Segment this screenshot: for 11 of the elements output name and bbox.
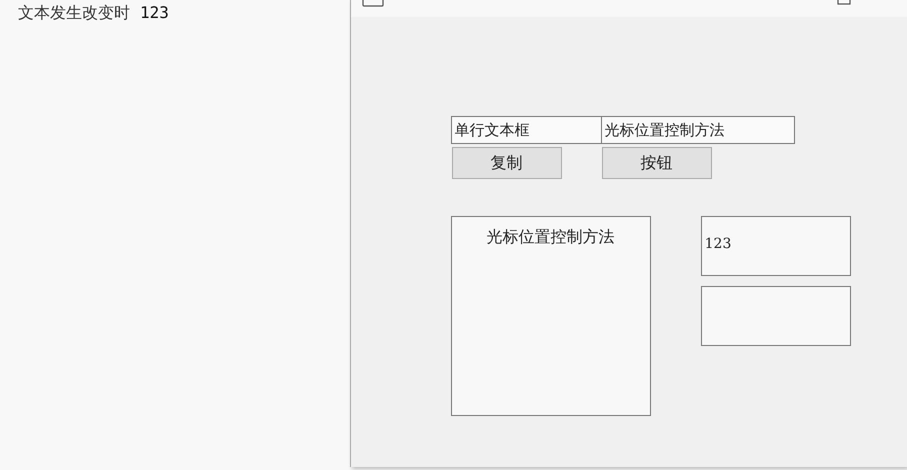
push-button[interactable]: 复制 <box>452 147 562 179</box>
text-area[interactable]: 光标位置控制方法 <box>450 216 651 416</box>
window-icon <box>362 0 384 8</box>
output-box[interactable] <box>700 286 851 346</box>
maximize-icon[interactable] <box>836 0 851 6</box>
push-button[interactable]: 按钮 <box>602 147 712 179</box>
console-label: 文本发生改变时 <box>18 3 130 24</box>
text-field[interactable]: 光标位置控制方法 <box>600 116 795 144</box>
text-field[interactable]: 单行文本框 <box>450 116 602 144</box>
output-box[interactable]: 123 <box>700 216 851 276</box>
console-value: 123 <box>140 3 169 22</box>
